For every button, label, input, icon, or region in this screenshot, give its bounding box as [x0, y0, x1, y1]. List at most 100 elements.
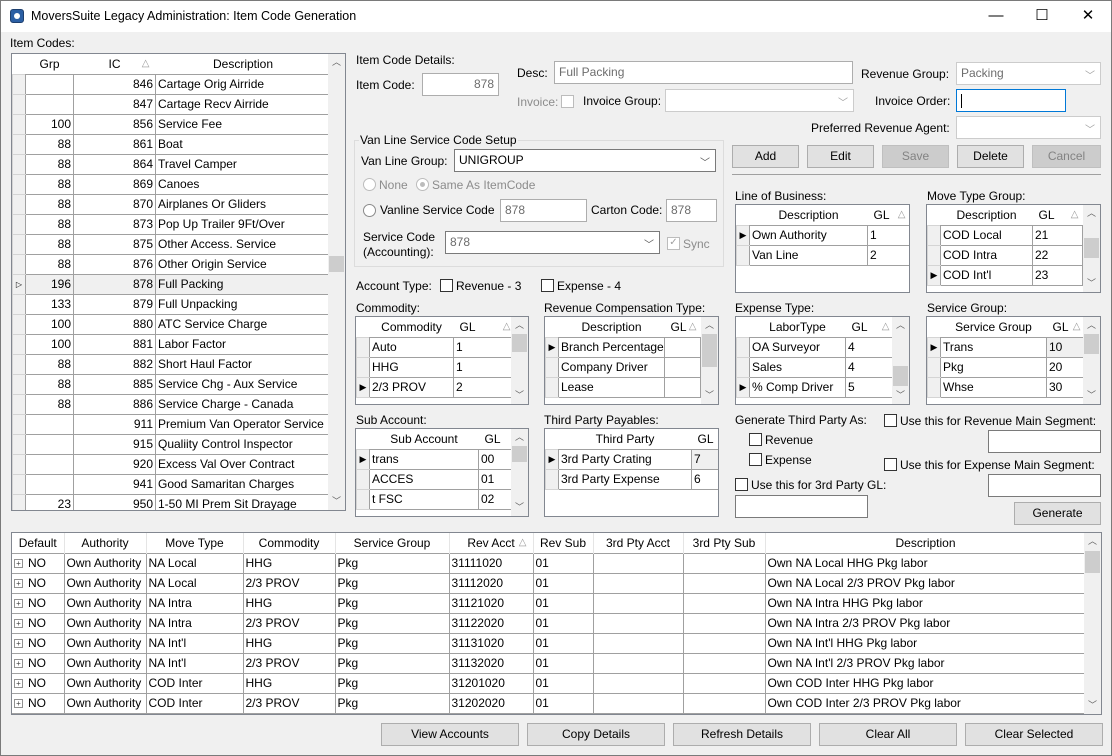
item-code-row[interactable]: 133 879 Full Unpacking: [12, 293, 331, 315]
row-selector[interactable]: [12, 493, 26, 510]
item-codes-scrollbar[interactable]: ︿ ﹀: [328, 54, 345, 510]
row-selector[interactable]: [545, 356, 559, 378]
results-scrollbar[interactable]: ︿ ﹀: [1084, 533, 1101, 714]
move-type-group-grid[interactable]: Description GL △ COD Local 21 COD Intra 22 ▶ COD…: [926, 204, 1101, 293]
item-code-row[interactable]: 100 856 Service Fee: [12, 113, 331, 135]
column-header-3rd-pty-acct[interactable]: 3rd Pty Acct: [593, 533, 684, 553]
expense-main-segment-field[interactable]: [988, 474, 1101, 497]
scroll-up-icon[interactable]: ︿: [892, 317, 909, 334]
item-code-row[interactable]: 88 870 Airplanes Or Gliders: [12, 193, 331, 215]
row-selector[interactable]: [12, 173, 26, 195]
cancel-button[interactable]: Cancel: [1032, 145, 1101, 168]
result-row[interactable]: + NO Own Authority NA Int'l HHG Pkg 31131020 01…: [12, 632, 1087, 654]
result-row[interactable]: + NO Own Authority COD Inter 2/3 PROV Pkg 3120…: [12, 692, 1087, 714]
column-header-description[interactable]: LaborType: [749, 317, 846, 337]
use-3rd-party-gl-field[interactable]: [735, 495, 868, 518]
third-party-payables-grid[interactable]: Third Party GL ▶ 3rd Party Crating 7 3rd Part…: [544, 428, 719, 517]
item-code-row[interactable]: 23 950 1-50 MI Prem Sit Drayage: [12, 493, 331, 510]
item-code-row[interactable]: 100 881 Labor Factor: [12, 333, 331, 355]
column-header-description[interactable]: Commodity: [369, 317, 454, 337]
copy-details-button[interactable]: Copy Details: [527, 723, 665, 746]
scroll-down-icon[interactable]: ﹀: [511, 499, 528, 516]
list-row[interactable]: ▶ COD Int'l 23: [927, 264, 1083, 286]
refresh-details-button[interactable]: Refresh Details: [673, 723, 811, 746]
invoice-group-select[interactable]: ﹀: [665, 89, 854, 112]
scroll-thumb[interactable]: [512, 446, 527, 462]
list-row[interactable]: Sales 4: [736, 356, 894, 378]
column-header-move-type[interactable]: Move Type: [146, 533, 244, 553]
expand-row-icon[interactable]: +: [14, 699, 23, 709]
desc-field[interactable]: Full Packing: [554, 61, 853, 84]
item-code-row[interactable]: 88 882 Short Haul Factor: [12, 353, 331, 375]
grid-scrollbar[interactable]: ︿ ﹀: [1083, 317, 1100, 404]
expense-4-checkbox[interactable]: [541, 279, 554, 292]
column-header-gl[interactable]: GL △: [867, 205, 909, 225]
use-revenue-main-segment-checkbox[interactable]: [884, 414, 897, 427]
scroll-down-icon[interactable]: ﹀: [701, 387, 718, 404]
grid-scrollbar[interactable]: ︿ ﹀: [511, 317, 528, 404]
row-selector[interactable]: [12, 293, 26, 315]
row-selector[interactable]: [12, 393, 26, 415]
list-row[interactable]: t FSC 02: [356, 488, 515, 510]
scroll-thumb[interactable]: [512, 334, 527, 352]
scroll-thumb[interactable]: [329, 256, 344, 272]
list-row[interactable]: ▶ Branch Percentage: [545, 336, 701, 358]
scroll-up-icon[interactable]: ︿: [328, 54, 345, 71]
list-row[interactable]: ▶ 3rd Party Crating 7: [545, 448, 718, 470]
list-row[interactable]: Whse 30: [927, 376, 1085, 398]
expand-row-icon[interactable]: +: [14, 619, 23, 629]
row-selector[interactable]: ▶: [736, 224, 750, 246]
clear-selected-button[interactable]: Clear Selected: [965, 723, 1103, 746]
revenue-3-checkbox[interactable]: [440, 279, 453, 292]
result-row[interactable]: + NO Own Authority NA Intra 2/3 PROV Pkg 31122…: [12, 612, 1087, 634]
delete-button[interactable]: Delete: [957, 145, 1024, 168]
row-selector[interactable]: [12, 453, 26, 475]
row-selector[interactable]: [12, 313, 26, 335]
expand-row-icon[interactable]: +: [14, 559, 23, 569]
scroll-down-icon[interactable]: ﹀: [1083, 387, 1100, 404]
column-header-description[interactable]: Third Party: [558, 429, 692, 449]
row-selector[interactable]: [545, 376, 559, 398]
row-selector[interactable]: [12, 113, 26, 135]
result-row[interactable]: + NO Own Authority NA Local 2/3 PROV Pkg 31112…: [12, 572, 1087, 594]
grid-scrollbar[interactable]: ︿ ﹀: [1083, 205, 1100, 292]
list-row[interactable]: COD Intra 22: [927, 244, 1083, 266]
row-selector[interactable]: [12, 73, 26, 95]
column-header-description[interactable]: Sub Account: [369, 429, 479, 449]
result-row[interactable]: + NO Own Authority NA Intra HHG Pkg 31121020 01…: [12, 592, 1087, 614]
scroll-down-icon[interactable]: ﹀: [328, 493, 345, 510]
maximize-button[interactable]: ☐: [1019, 1, 1065, 32]
van-line-group-select[interactable]: UNIGROUP ﹀: [454, 149, 716, 172]
item-code-row[interactable]: 88 875 Other Access. Service: [12, 233, 331, 255]
row-selector[interactable]: [12, 253, 26, 275]
item-code-row[interactable]: 920 Excess Val Over Contract: [12, 453, 331, 475]
list-row[interactable]: ▶ Trans 10: [927, 336, 1085, 358]
row-selector[interactable]: [12, 413, 26, 435]
vanline-service-code-radio[interactable]: [363, 204, 376, 217]
list-row[interactable]: Company Driver: [545, 356, 701, 378]
row-selector[interactable]: ▶: [545, 448, 559, 470]
row-selector[interactable]: [736, 336, 750, 358]
row-selector[interactable]: [356, 336, 370, 358]
item-code-row[interactable]: 88 873 Pop Up Trailer 9Ft/Over: [12, 213, 331, 235]
column-header-gl[interactable]: GL: [691, 429, 718, 449]
row-selector[interactable]: ▶: [545, 336, 559, 358]
item-code-row[interactable]: 911 Premium Van Operator Service: [12, 413, 331, 435]
carton-code-field[interactable]: 878: [666, 199, 717, 222]
row-selector[interactable]: [12, 93, 26, 115]
use-3rd-party-gl-checkbox[interactable]: [735, 478, 748, 491]
invoice-checkbox[interactable]: [561, 95, 574, 108]
list-row[interactable]: ▶% Comp Driver 5: [736, 376, 894, 398]
generated-accounts-grid[interactable]: Default Authority Move Type Commodity Servic…: [11, 532, 1102, 715]
expand-row-icon[interactable]: +: [14, 579, 23, 589]
list-row[interactable]: Pkg 20: [927, 356, 1085, 378]
item-codes-grid[interactable]: Grp IC △ Description 846 Cartage Orig Airr…: [11, 53, 346, 511]
row-selector[interactable]: [12, 373, 26, 395]
view-accounts-button[interactable]: View Accounts: [381, 723, 519, 746]
list-row[interactable]: ▶ trans 00: [356, 448, 515, 470]
scroll-thumb[interactable]: [1084, 334, 1099, 354]
item-code-row[interactable]: 88 876 Other Origin Service: [12, 253, 331, 275]
save-button[interactable]: Save: [882, 145, 949, 168]
scroll-down-icon[interactable]: ﹀: [1084, 697, 1101, 714]
list-row[interactable]: Auto 1: [356, 336, 515, 358]
